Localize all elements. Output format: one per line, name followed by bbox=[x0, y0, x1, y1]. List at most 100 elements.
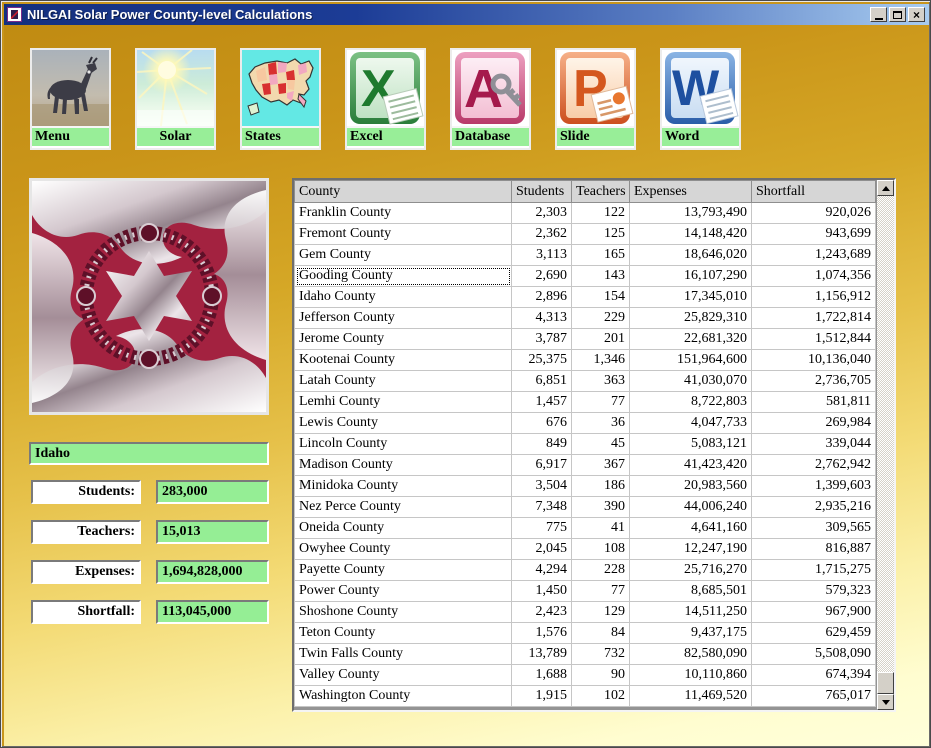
shortfall-cell[interactable]: 816,887 bbox=[752, 539, 876, 560]
county-cell[interactable]: Teton County bbox=[295, 623, 512, 644]
students-cell[interactable]: 2,362 bbox=[512, 224, 572, 245]
county-cell[interactable]: Owyhee County bbox=[295, 539, 512, 560]
shortfall-value-field[interactable]: 113,045,000 bbox=[156, 600, 269, 624]
expenses-cell[interactable]: 14,148,420 bbox=[630, 224, 752, 245]
students-cell[interactable]: 4,313 bbox=[512, 308, 572, 329]
slide-button[interactable]: P Slide bbox=[555, 48, 636, 150]
teachers-cell[interactable]: 165 bbox=[572, 245, 630, 266]
minimize-button[interactable] bbox=[870, 7, 887, 22]
students-cell[interactable]: 2,896 bbox=[512, 287, 572, 308]
expenses-cell[interactable]: 20,983,560 bbox=[630, 476, 752, 497]
table-row[interactable]: Payette County 4,294 228 25,716,270 1,71… bbox=[295, 560, 876, 581]
teachers-cell[interactable]: 1,346 bbox=[572, 350, 630, 371]
shortfall-cell[interactable]: 1,243,689 bbox=[752, 245, 876, 266]
table-row[interactable]: Idaho County 2,896 154 17,345,010 1,156,… bbox=[295, 287, 876, 308]
county-cell[interactable]: Nez Perce County bbox=[295, 497, 512, 518]
students-cell[interactable]: 3,113 bbox=[512, 245, 572, 266]
county-cell[interactable]: Latah County bbox=[295, 371, 512, 392]
students-cell[interactable]: 849 bbox=[512, 434, 572, 455]
states-button[interactable]: States bbox=[240, 48, 321, 150]
shortfall-cell[interactable]: 765,017 bbox=[752, 686, 876, 707]
teachers-value-field[interactable]: 15,013 bbox=[156, 520, 269, 544]
students-cell[interactable]: 1,457 bbox=[512, 392, 572, 413]
teachers-cell[interactable]: 228 bbox=[572, 560, 630, 581]
teachers-cell[interactable]: 732 bbox=[572, 644, 630, 665]
students-cell[interactable]: 3,787 bbox=[512, 329, 572, 350]
excel-button[interactable]: X Excel bbox=[345, 48, 426, 150]
shortfall-cell[interactable]: 674,394 bbox=[752, 665, 876, 686]
table-row[interactable]: Fremont County 2,362 125 14,148,420 943,… bbox=[295, 224, 876, 245]
expenses-cell[interactable]: 14,511,250 bbox=[630, 602, 752, 623]
county-cell[interactable]: Lincoln County bbox=[295, 434, 512, 455]
students-cell[interactable]: 676 bbox=[512, 413, 572, 434]
scrollbar-thumb[interactable] bbox=[877, 672, 894, 694]
teachers-cell[interactable]: 108 bbox=[572, 539, 630, 560]
county-cell[interactable]: Oneida County bbox=[295, 518, 512, 539]
word-button[interactable]: W Word bbox=[660, 48, 741, 150]
teachers-cell[interactable]: 143 bbox=[572, 266, 630, 287]
expenses-cell[interactable]: 41,030,070 bbox=[630, 371, 752, 392]
table-row[interactable]: Jerome County 3,787 201 22,681,320 1,512… bbox=[295, 329, 876, 350]
table-row[interactable]: Oneida County 775 41 4,641,160 309,565 bbox=[295, 518, 876, 539]
expenses-cell[interactable]: 8,685,501 bbox=[630, 581, 752, 602]
expenses-cell[interactable]: 8,722,803 bbox=[630, 392, 752, 413]
table-row[interactable]: Gooding County 2,690 143 16,107,290 1,07… bbox=[295, 266, 876, 287]
expenses-cell[interactable]: 12,247,190 bbox=[630, 539, 752, 560]
column-header-teachers[interactable]: Teachers bbox=[572, 181, 630, 203]
shortfall-cell[interactable]: 5,508,090 bbox=[752, 644, 876, 665]
table-row[interactable]: Lewis County 676 36 4,047,733 269,984 bbox=[295, 413, 876, 434]
shortfall-cell[interactable]: 339,044 bbox=[752, 434, 876, 455]
county-cell[interactable]: Madison County bbox=[295, 455, 512, 476]
county-cell[interactable]: Lemhi County bbox=[295, 392, 512, 413]
expenses-cell[interactable]: 25,829,310 bbox=[630, 308, 752, 329]
table-row[interactable]: Twin Falls County 13,789 732 82,580,090 … bbox=[295, 644, 876, 665]
expenses-cell[interactable]: 18,646,020 bbox=[630, 245, 752, 266]
county-cell[interactable]: Kootenai County bbox=[295, 350, 512, 371]
shortfall-cell[interactable]: 1,512,844 bbox=[752, 329, 876, 350]
shortfall-cell[interactable]: 943,699 bbox=[752, 224, 876, 245]
state-name-field[interactable]: Idaho bbox=[29, 442, 269, 465]
students-cell[interactable]: 7,348 bbox=[512, 497, 572, 518]
students-cell[interactable]: 2,423 bbox=[512, 602, 572, 623]
students-cell[interactable]: 1,688 bbox=[512, 665, 572, 686]
teachers-cell[interactable]: 122 bbox=[572, 203, 630, 224]
teachers-cell[interactable]: 154 bbox=[572, 287, 630, 308]
students-cell[interactable]: 4,294 bbox=[512, 560, 572, 581]
students-cell[interactable]: 3,504 bbox=[512, 476, 572, 497]
county-cell[interactable]: Valley County bbox=[295, 665, 512, 686]
expenses-cell[interactable]: 4,641,160 bbox=[630, 518, 752, 539]
students-cell[interactable]: 775 bbox=[512, 518, 572, 539]
expenses-cell[interactable]: 44,006,240 bbox=[630, 497, 752, 518]
menu-button[interactable]: Menu bbox=[30, 48, 111, 150]
table-row[interactable]: Shoshone County 2,423 129 14,511,250 967… bbox=[295, 602, 876, 623]
county-cell[interactable]: Franklin County bbox=[295, 203, 512, 224]
table-row[interactable]: Valley County 1,688 90 10,110,860 674,39… bbox=[295, 665, 876, 686]
vertical-scrollbar[interactable] bbox=[877, 180, 894, 710]
maximize-button[interactable] bbox=[889, 7, 906, 22]
shortfall-cell[interactable]: 581,811 bbox=[752, 392, 876, 413]
teachers-cell[interactable]: 84 bbox=[572, 623, 630, 644]
county-cell[interactable]: Idaho County bbox=[295, 287, 512, 308]
shortfall-cell[interactable]: 10,136,040 bbox=[752, 350, 876, 371]
students-cell[interactable]: 2,045 bbox=[512, 539, 572, 560]
expenses-cell[interactable]: 10,110,860 bbox=[630, 665, 752, 686]
table-row[interactable]: Lincoln County 849 45 5,083,121 339,044 bbox=[295, 434, 876, 455]
county-cell[interactable]: Jerome County bbox=[295, 329, 512, 350]
shortfall-cell[interactable]: 2,762,942 bbox=[752, 455, 876, 476]
county-cell[interactable]: Twin Falls County bbox=[295, 644, 512, 665]
table-row[interactable]: Gem County 3,113 165 18,646,020 1,243,68… bbox=[295, 245, 876, 266]
scroll-down-button[interactable] bbox=[877, 694, 894, 710]
teachers-cell[interactable]: 102 bbox=[572, 686, 630, 707]
teachers-cell[interactable]: 186 bbox=[572, 476, 630, 497]
county-cell[interactable]: Power County bbox=[295, 581, 512, 602]
shortfall-cell[interactable]: 629,459 bbox=[752, 623, 876, 644]
column-header-students[interactable]: Students bbox=[512, 181, 572, 203]
teachers-cell[interactable]: 201 bbox=[572, 329, 630, 350]
shortfall-cell[interactable]: 1,399,603 bbox=[752, 476, 876, 497]
county-cell[interactable]: Gem County bbox=[295, 245, 512, 266]
shortfall-cell[interactable]: 920,026 bbox=[752, 203, 876, 224]
shortfall-cell[interactable]: 1,156,912 bbox=[752, 287, 876, 308]
title-bar[interactable]: NILGAI Solar Power County-level Calculat… bbox=[4, 4, 929, 25]
solar-button[interactable]: Solar bbox=[135, 48, 216, 150]
students-cell[interactable]: 1,576 bbox=[512, 623, 572, 644]
